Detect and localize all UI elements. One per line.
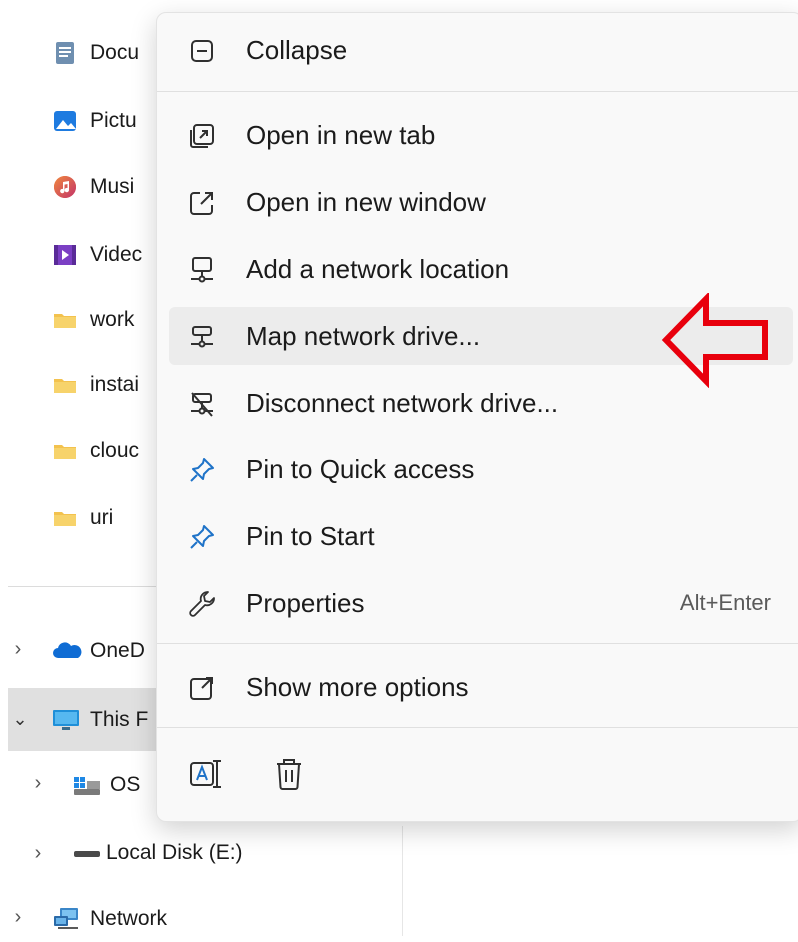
nav-item-local-disk[interactable]: Local Disk (E:) bbox=[72, 830, 243, 876]
collapse-icon bbox=[187, 36, 217, 66]
red-arrow-annotation bbox=[660, 291, 772, 389]
menu-item-show-more-options[interactable]: Show more options bbox=[169, 658, 793, 716]
menu-item-label: Collapse bbox=[246, 34, 348, 65]
network-icon bbox=[52, 906, 78, 932]
nav-item-videos[interactable]: Videc bbox=[52, 232, 142, 278]
folder-icon bbox=[52, 505, 78, 531]
nav-item-label: uri bbox=[90, 506, 114, 529]
nav-item-label: Pictu bbox=[90, 109, 137, 132]
nav-item-onedrive[interactable]: OneD bbox=[52, 628, 145, 674]
menu-separator bbox=[157, 91, 798, 92]
folder-icon bbox=[52, 307, 78, 333]
menu-item-pin-start[interactable]: Pin to Start bbox=[169, 507, 793, 565]
videos-icon bbox=[52, 242, 78, 268]
menu-item-label: Map network drive... bbox=[246, 320, 481, 351]
nav-item-label: work bbox=[90, 308, 135, 331]
nav-item-label: clouc bbox=[90, 439, 140, 462]
onedrive-cloud-icon bbox=[52, 638, 82, 664]
nav-item-label: Musi bbox=[90, 175, 135, 198]
nav-item-network[interactable]: Network bbox=[52, 896, 167, 942]
keyboard-shortcut: Alt+Enter bbox=[679, 590, 771, 615]
nav-item-work[interactable]: work bbox=[52, 297, 134, 343]
nav-item-cloud[interactable]: clouc bbox=[52, 428, 139, 474]
pin-icon bbox=[187, 522, 217, 552]
windows-drive-icon bbox=[72, 772, 100, 798]
delete-button[interactable] bbox=[267, 753, 311, 797]
nav-item-os-drive[interactable]: OS bbox=[72, 762, 140, 808]
nav-item-label: OneD bbox=[90, 639, 145, 662]
nav-item-instai[interactable]: instai bbox=[52, 362, 139, 408]
menu-item-collapse[interactable]: Collapse bbox=[169, 21, 793, 79]
drive-icon bbox=[72, 840, 100, 866]
nav-item-label: instai bbox=[90, 373, 140, 396]
trash-icon bbox=[267, 759, 311, 801]
wrench-icon bbox=[187, 589, 217, 619]
pin-icon bbox=[187, 455, 217, 485]
nav-item-label: Docu bbox=[90, 41, 140, 64]
chevron-right-icon[interactable]: › bbox=[28, 842, 48, 865]
menu-separator bbox=[157, 643, 798, 644]
rename-button[interactable] bbox=[185, 753, 229, 797]
open-window-icon bbox=[187, 188, 217, 218]
rename-icon bbox=[185, 760, 229, 801]
menu-item-label: Open in new tab bbox=[246, 119, 436, 150]
menu-item-label: Disconnect network drive... bbox=[246, 387, 559, 418]
menu-item-label: Properties bbox=[246, 587, 365, 618]
menu-item-pin-quick-access[interactable]: Pin to Quick access bbox=[169, 440, 793, 498]
menu-item-add-network-location[interactable]: Add a network location bbox=[169, 240, 793, 298]
map-drive-icon bbox=[187, 322, 217, 352]
computer-icon bbox=[52, 707, 79, 733]
chevron-down-icon[interactable]: ⌄ bbox=[10, 709, 30, 730]
menu-item-open-new-window[interactable]: Open in new window bbox=[169, 173, 793, 231]
disconnect-drive-icon bbox=[187, 389, 217, 419]
new-tab-icon bbox=[187, 121, 217, 151]
music-icon bbox=[52, 174, 78, 200]
menu-item-open-new-tab[interactable]: Open in new tab bbox=[169, 106, 793, 164]
chevron-right-icon[interactable]: › bbox=[8, 638, 28, 661]
chevron-right-icon[interactable]: › bbox=[28, 772, 48, 795]
menu-item-label: Pin to Quick access bbox=[246, 453, 475, 484]
nav-item-label: Videc bbox=[90, 243, 143, 266]
nav-divider bbox=[8, 586, 158, 587]
menu-item-properties[interactable]: Properties Alt+Enter bbox=[169, 574, 793, 632]
folder-icon bbox=[52, 438, 78, 464]
nav-item-music[interactable]: Musi bbox=[52, 164, 134, 210]
menu-item-label: Pin to Start bbox=[246, 520, 375, 551]
menu-item-label: Open in new window bbox=[246, 186, 486, 217]
nav-item-this-pc[interactable]: ⌄ This F bbox=[8, 688, 158, 751]
nav-item-label: Local Disk (E:) bbox=[106, 841, 243, 864]
chevron-right-icon[interactable]: › bbox=[8, 906, 28, 929]
show-more-options-icon bbox=[187, 673, 217, 703]
context-menu: Collapse Open in new tab Open in new win… bbox=[156, 12, 798, 822]
nav-item-label: This F bbox=[90, 707, 149, 731]
documents-icon bbox=[52, 40, 78, 66]
folder-icon bbox=[52, 372, 78, 398]
nav-item-uri[interactable]: uri bbox=[52, 495, 113, 541]
nav-item-pictures[interactable]: Pictu bbox=[52, 98, 137, 144]
pictures-icon bbox=[52, 108, 78, 134]
menu-item-label: Add a network location bbox=[246, 253, 510, 284]
menu-item-label: Show more options bbox=[246, 671, 469, 702]
network-location-icon bbox=[187, 255, 217, 285]
nav-item-label: Network bbox=[90, 907, 168, 930]
menu-separator bbox=[157, 727, 798, 728]
nav-item-label: OS bbox=[110, 773, 141, 796]
pane-divider bbox=[402, 826, 403, 936]
nav-item-documents[interactable]: Docu bbox=[52, 30, 139, 76]
